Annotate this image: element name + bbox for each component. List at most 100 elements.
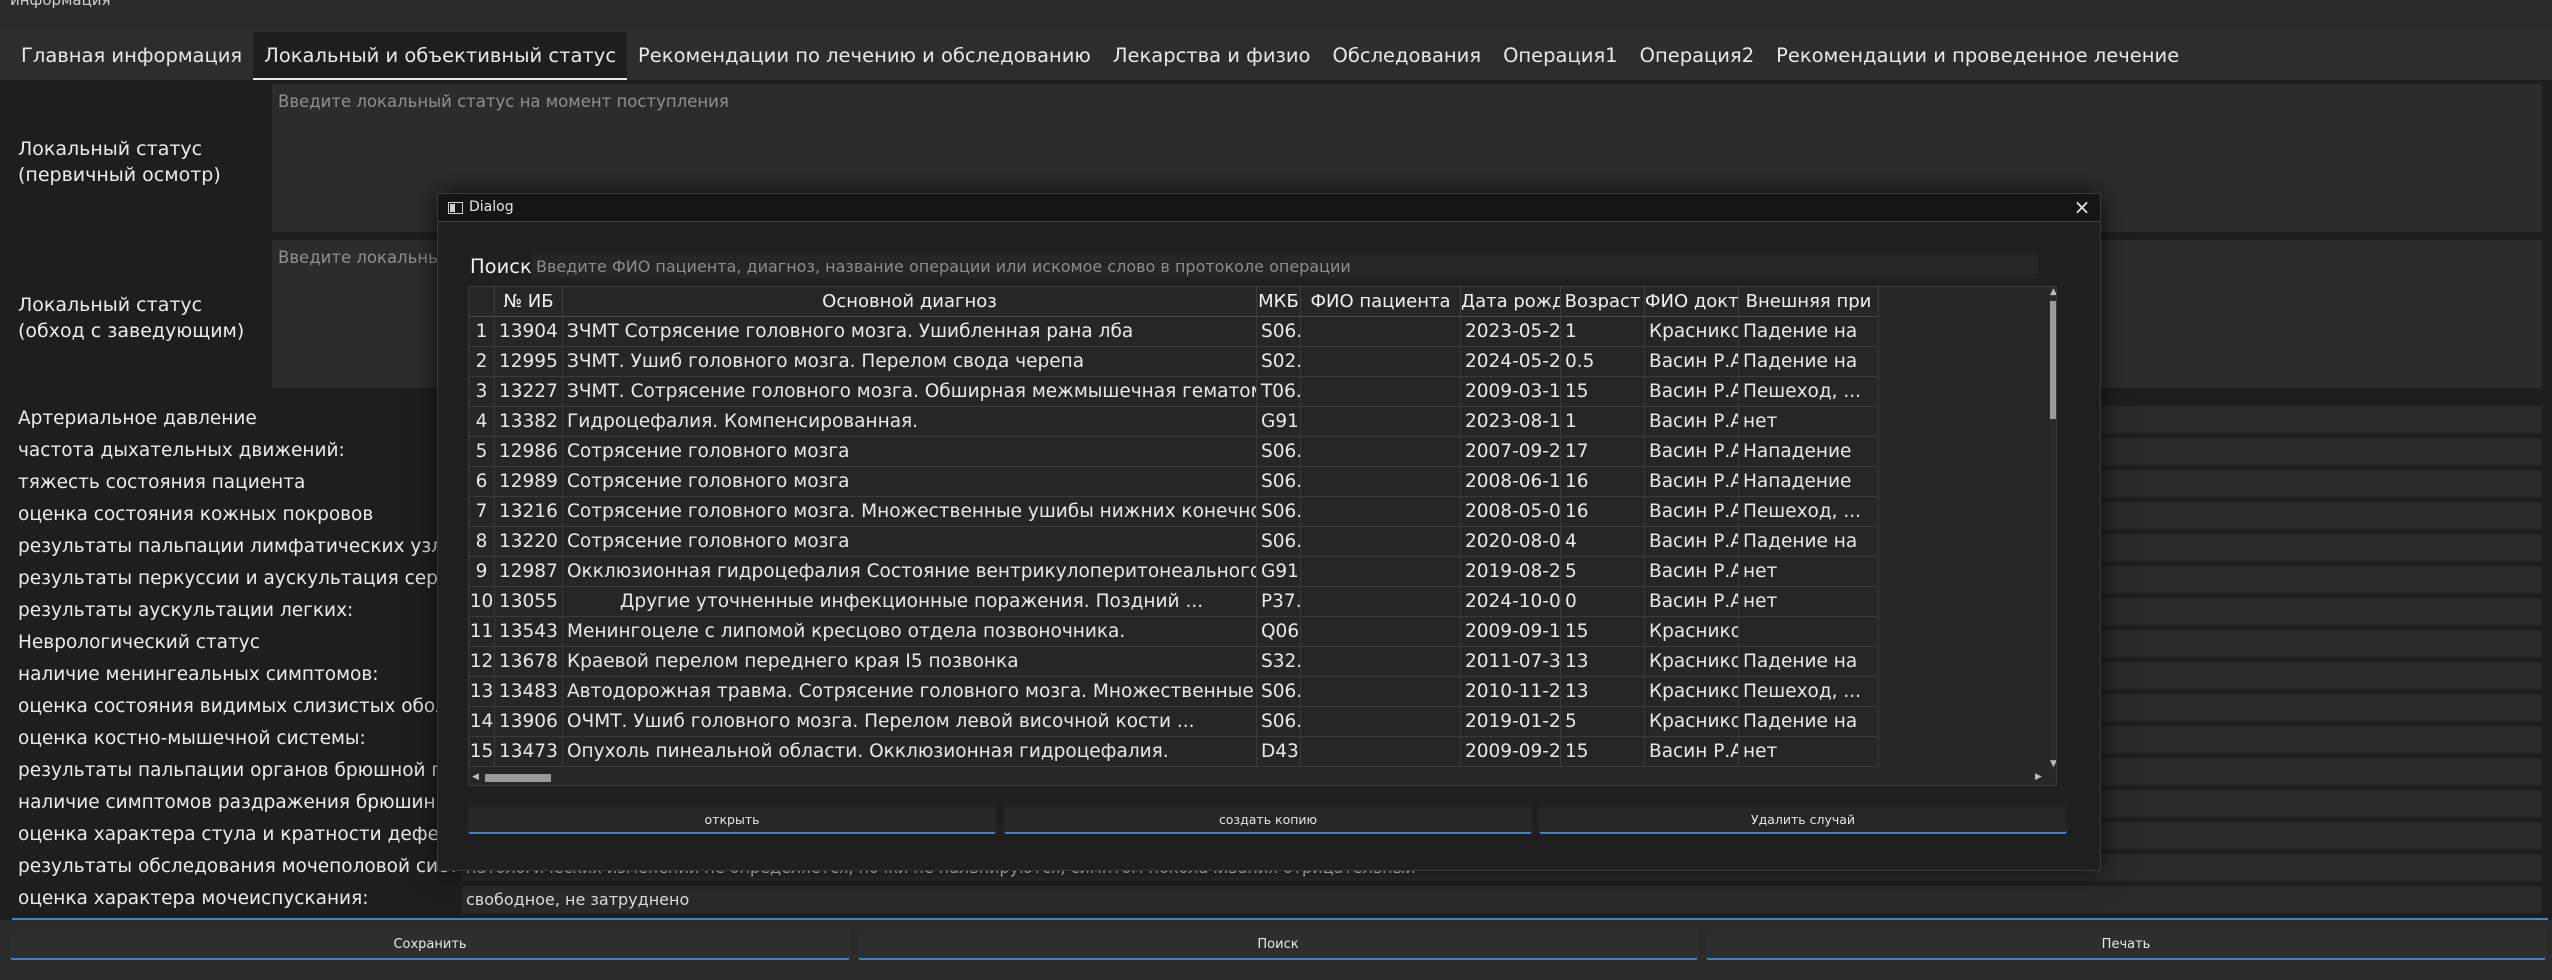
scroll-left-icon[interactable]: ◀ (472, 772, 479, 782)
table-cell: Автодорожная травма. Сотрясение головног… (563, 677, 1257, 707)
field-label: оценка костно-мышечной системы: (18, 728, 366, 749)
table-cell: S06.0 (1257, 467, 1301, 497)
table-cell: G91.8 (1257, 557, 1301, 587)
table-cell: Краевой перелом переднего края I5 позвон… (563, 647, 1257, 677)
table-cell: S06.0 (1257, 437, 1301, 467)
table-row[interactable]: 15 13473 Опухоль пинеальной области. Окклю… (469, 737, 2049, 767)
tab-bar: Главная информация Локальный и объективны… (0, 28, 2552, 80)
table-cell: S06.0 (1257, 677, 1301, 707)
table-cell: 4 (1561, 527, 1645, 557)
close-icon[interactable]: × (2072, 196, 2092, 218)
tab-8[interactable]: Рекомендации и проведенное лечение (1765, 32, 2190, 80)
table-cell: S06.0 (1257, 317, 1301, 347)
table-cell: Васин Р.А. (1645, 737, 1739, 767)
horizontal-scrollbar[interactable]: ◀ ▶ (469, 771, 2049, 785)
tab-3[interactable]: Рекомендации по лечению и обследованию (627, 32, 1102, 80)
row-number: 3 (469, 377, 495, 407)
table-cell (1301, 647, 1461, 677)
table-row[interactable]: 7 13216 Сотрясение головного мозга. Множес… (469, 497, 2049, 527)
vertical-scrollbar[interactable]: ▲ ▼ (2049, 287, 2056, 771)
table-cell: S06.3 (1257, 707, 1301, 737)
table-row[interactable]: 612989Сотрясение головного мозгаS06.0 200… (469, 467, 2049, 497)
row-number: 13 (469, 677, 495, 707)
create-copy-button[interactable]: создать копию (1004, 806, 1532, 834)
local-status-primary-label: Локальный статус (первичный осмотр) (18, 136, 221, 188)
table-row[interactable]: 14 13906 ОЧМТ. Ушиб головного мозга. Перел… (469, 707, 2049, 737)
tab-5[interactable]: Обследования (1322, 32, 1493, 80)
window-icon (448, 202, 463, 214)
table-row[interactable]: 1 13904 ЗЧМТ Сотрясение головного мозга. У… (469, 317, 2049, 347)
field-input[interactable] (462, 886, 2542, 913)
column-header[interactable]: Основной диагноз (563, 287, 1257, 317)
table-cell: Васин Р.А. (1645, 497, 1739, 527)
row-number: 10 (469, 587, 495, 617)
table-row[interactable]: 2 12995 ЗЧМТ. Ушиб головного мозга. Перело… (469, 347, 2049, 377)
open-button[interactable]: открыть (468, 806, 996, 834)
dialog-titlebar[interactable]: Dialog × (438, 194, 2100, 222)
table-cell: T06.8 (1257, 377, 1301, 407)
column-header[interactable]: МКБ (1257, 287, 1301, 317)
table-row[interactable]: 512986Сотрясение головного мозгаS06.0 200… (469, 437, 2049, 467)
table-row[interactable]: 12 13678 Краевой перелом переднего края I5… (469, 647, 2049, 677)
local-status-round-label-line2: (обход с заведующим) (18, 320, 245, 342)
table-cell: 2008-06-14T... (1461, 467, 1561, 497)
tab-7[interactable]: Операция2 (1629, 32, 1766, 80)
row-number: 11 (469, 617, 495, 647)
tab-6[interactable]: Операция1 (1492, 32, 1629, 80)
local-status-primary-label-line1: Локальный статус (18, 138, 203, 160)
table-row[interactable]: 9 12987 Окклюзионная гидроцефалия Состояни… (469, 557, 2049, 587)
table-cell: Падение на (1739, 647, 1879, 677)
column-header[interactable]: ФИО пациента (1301, 287, 1461, 317)
save-button[interactable]: Сохранить (10, 930, 850, 960)
tab-4[interactable]: Лекарства и физио (1102, 32, 1322, 80)
scroll-up-icon[interactable]: ▲ (2050, 287, 2056, 297)
tab-2[interactable]: Локальный и объективный статус (253, 32, 628, 80)
delete-case-button[interactable]: Удалить случай (1539, 806, 2067, 834)
table-cell: 2019-01-22T... (1461, 707, 1561, 737)
column-header[interactable]: ФИО доктора (1645, 287, 1739, 317)
table-cell: Q06.8 (1257, 617, 1301, 647)
column-header[interactable]: Возраст (1561, 287, 1645, 317)
column-header[interactable]: Дата рождения (1461, 287, 1561, 317)
table-cell: 17 (1561, 437, 1645, 467)
table-cell: 15 (1561, 617, 1645, 647)
column-header[interactable]: № ИБ (495, 287, 563, 317)
search-button[interactable]: Поиск (858, 930, 1698, 960)
table-cell: Пешеход, ... (1739, 677, 1879, 707)
table-cell: 13227 (495, 377, 563, 407)
field-label: тяжесть состояния пациента (18, 472, 306, 493)
table-cell: 16 (1561, 467, 1645, 497)
table-cell: 0 (1561, 587, 1645, 617)
horizontal-scroll-thumb[interactable] (485, 774, 551, 782)
table-row[interactable]: 3 13227 ЗЧМТ. Сотрясение головного мозга. … (469, 377, 2049, 407)
window-title: информация (10, 0, 111, 9)
table-cell: Падение на (1739, 347, 1879, 377)
print-button[interactable]: Печать (1706, 930, 2546, 960)
column-header[interactable]: Внешняя при (1739, 287, 1879, 317)
field-label: оценка характера стула и кратности дефек… (18, 824, 505, 845)
table-row[interactable]: 10 13055 Другие уточненные инфекционные по… (469, 587, 2049, 617)
search-input[interactable] (532, 254, 2038, 278)
table-cell: S02.0 (1257, 347, 1301, 377)
table-cell: Другие уточненные инфекционные поражения… (563, 587, 1257, 617)
table-cell: 2009-03-19T... (1461, 377, 1561, 407)
table-cell: 2008-05-01T... (1461, 497, 1561, 527)
table-row[interactable]: 11 13543 Менингоцеле с липомой кресцово от… (469, 617, 2049, 647)
table-cell: 13543 (495, 617, 563, 647)
table-row[interactable]: 4 13382 Гидроцефалия. Компенсированная. G91… (469, 407, 2049, 437)
table-cell: Красников М.А. (1645, 617, 1739, 647)
vertical-scroll-thumb[interactable] (2050, 301, 2056, 419)
table-cell: 2010-11-24T... (1461, 677, 1561, 707)
tab-1[interactable]: Главная информация (10, 32, 253, 80)
table-row[interactable]: 813220Сотрясение головного мозгаS06.0 202… (469, 527, 2049, 557)
table-cell: 1 (1561, 407, 1645, 437)
search-dialog: Dialog × Поиск № ИБОсновной диагнозМКБФИ… (437, 193, 2101, 871)
row-number: 12 (469, 647, 495, 677)
scroll-down-icon[interactable]: ▼ (2050, 759, 2056, 769)
table-cell: 2020-08-05... (1461, 527, 1561, 557)
table-row[interactable]: 13 13483 Автодорожная травма. Сотрясение г… (469, 677, 2049, 707)
table-cell: 13906 (495, 707, 563, 737)
table-cell: 1 (1561, 317, 1645, 347)
scroll-right-icon[interactable]: ▶ (2035, 772, 2042, 782)
table-cell: 0.5 (1561, 347, 1645, 377)
